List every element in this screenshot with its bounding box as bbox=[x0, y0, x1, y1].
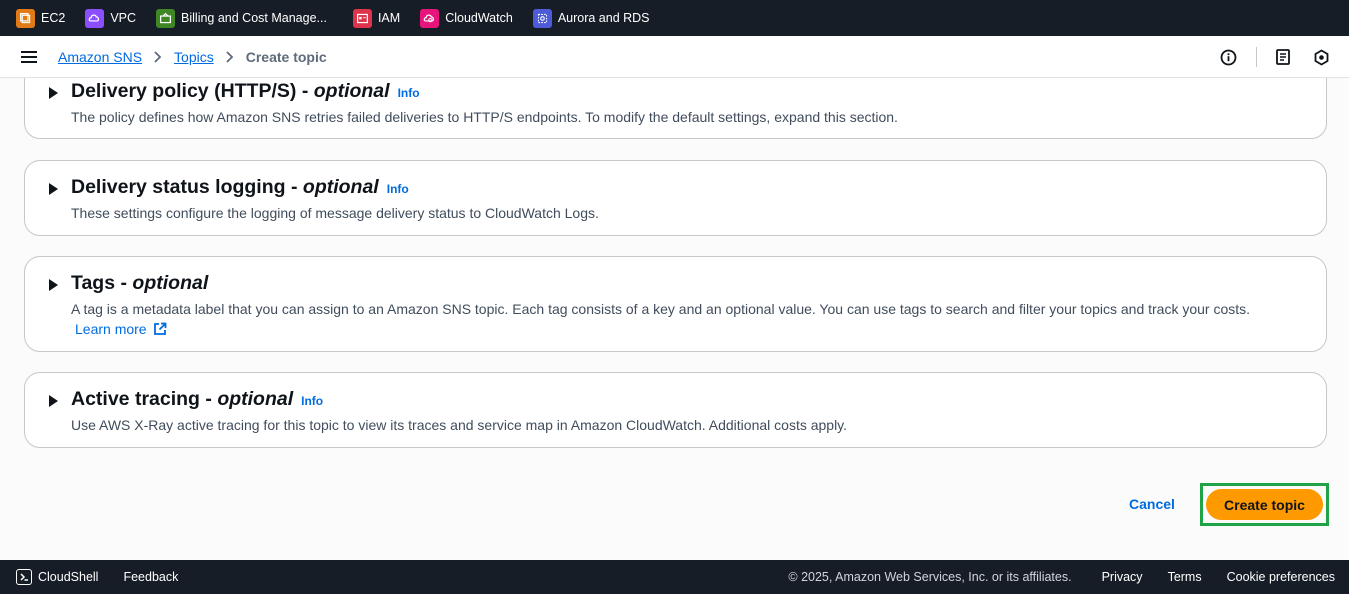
expand-caret-icon[interactable] bbox=[49, 395, 58, 407]
rds-icon bbox=[532, 8, 552, 28]
panel-title: Tags - optional bbox=[71, 272, 209, 294]
panel-header: Delivery status logging - optional Info bbox=[71, 176, 409, 199]
assistant-icon[interactable] bbox=[1311, 47, 1331, 67]
terminal-icon bbox=[16, 569, 32, 585]
panel-title: Delivery policy (HTTP/S) - optional bbox=[71, 80, 390, 102]
breadcrumb-amazon-sns[interactable]: Amazon SNS bbox=[58, 49, 142, 65]
info-panel-icon[interactable] bbox=[1218, 47, 1238, 67]
vpc-icon bbox=[85, 8, 105, 28]
footer-links: © 2025, Amazon Web Services, Inc. or its… bbox=[788, 570, 1335, 584]
panel-header: Tags - optional bbox=[71, 272, 208, 295]
chevron-right-icon bbox=[154, 50, 162, 63]
cookie-preferences-link[interactable]: Cookie preferences bbox=[1227, 570, 1335, 584]
billing-icon bbox=[156, 8, 176, 28]
panel-tags: Tags - optional A tag is a metadata labe… bbox=[24, 256, 1327, 352]
panel-description: Use AWS X-Ray active tracing for this to… bbox=[71, 417, 848, 433]
panel-header: Delivery policy (HTTP/S) - optional Info bbox=[71, 80, 420, 103]
learn-more-label: Learn more bbox=[75, 321, 147, 337]
feedback-link[interactable]: Feedback bbox=[123, 570, 178, 584]
expand-caret-icon[interactable] bbox=[49, 183, 58, 195]
service-label: IAM bbox=[377, 11, 401, 25]
create-topic-highlight: Create topic bbox=[1200, 483, 1329, 526]
info-link[interactable]: Info bbox=[301, 394, 323, 408]
expand-caret-icon[interactable] bbox=[49, 87, 58, 99]
service-label: CloudWatch bbox=[445, 11, 513, 25]
cloudshell-button[interactable]: CloudShell bbox=[16, 569, 98, 585]
breadcrumb: Amazon SNS Topics Create topic bbox=[58, 49, 327, 65]
services-bar: EC2 VPC Billing and Cost Manage... IAM C… bbox=[0, 0, 1349, 36]
cancel-button[interactable]: Cancel bbox=[1129, 496, 1175, 512]
service-label: Aurora and RDS bbox=[557, 11, 650, 25]
service-cloudwatch[interactable]: CloudWatch bbox=[420, 8, 513, 28]
external-link-icon bbox=[153, 322, 166, 335]
iam-icon bbox=[352, 8, 372, 28]
breadcrumb-header: Amazon SNS Topics Create topic bbox=[0, 36, 1349, 78]
learn-more-link[interactable]: Learn more bbox=[75, 321, 167, 337]
chevron-right-icon bbox=[226, 50, 234, 63]
expand-caret-icon[interactable] bbox=[49, 279, 58, 291]
hamburger-icon bbox=[21, 50, 37, 63]
info-link[interactable]: Info bbox=[398, 86, 420, 100]
header-tools bbox=[1218, 36, 1331, 78]
create-topic-button[interactable]: Create topic bbox=[1206, 489, 1323, 520]
footer: CloudShell Feedback © 2025, Amazon Web S… bbox=[0, 560, 1349, 594]
service-ec2[interactable]: EC2 bbox=[16, 8, 66, 28]
cloudshell-label: CloudShell bbox=[38, 570, 99, 584]
service-rds[interactable]: Aurora and RDS bbox=[532, 8, 650, 28]
info-link[interactable]: Info bbox=[387, 182, 409, 196]
terms-link[interactable]: Terms bbox=[1168, 570, 1202, 584]
service-label: Billing and Cost Manage... bbox=[181, 11, 327, 25]
service-billing[interactable]: Billing and Cost Manage... bbox=[156, 8, 327, 28]
service-iam[interactable]: IAM bbox=[352, 8, 401, 28]
main-content: Delivery policy (HTTP/S) - optional Info… bbox=[0, 78, 1349, 560]
header-divider bbox=[1256, 47, 1257, 67]
service-label: VPC bbox=[110, 11, 137, 25]
service-vpc[interactable]: VPC bbox=[85, 8, 137, 28]
breadcrumb-topics[interactable]: Topics bbox=[174, 49, 214, 65]
copyright-text: © 2025, Amazon Web Services, Inc. or its… bbox=[788, 570, 1072, 584]
panel-title: Active tracing - optional bbox=[71, 388, 294, 410]
panel-header: Active tracing - optional Info bbox=[71, 388, 323, 411]
notes-panel-icon[interactable] bbox=[1273, 47, 1293, 67]
panel-description: A tag is a metadata label that you can a… bbox=[71, 301, 1251, 317]
panel-delivery-status-logging: Delivery status logging - optional Info … bbox=[24, 160, 1327, 236]
panel-title: Delivery status logging - optional bbox=[71, 176, 379, 198]
menu-button[interactable] bbox=[0, 50, 58, 64]
service-label: EC2 bbox=[41, 11, 66, 25]
ec2-icon bbox=[16, 8, 35, 28]
panel-description: The policy defines how Amazon SNS retrie… bbox=[71, 109, 898, 125]
cloudwatch-icon bbox=[420, 8, 440, 28]
panel-description: These settings configure the logging of … bbox=[71, 205, 599, 221]
panel-active-tracing: Active tracing - optional Info Use AWS X… bbox=[24, 372, 1327, 448]
breadcrumb-current: Create topic bbox=[245, 48, 327, 65]
panel-delivery-policy: Delivery policy (HTTP/S) - optional Info… bbox=[24, 78, 1327, 139]
privacy-link[interactable]: Privacy bbox=[1102, 570, 1143, 584]
